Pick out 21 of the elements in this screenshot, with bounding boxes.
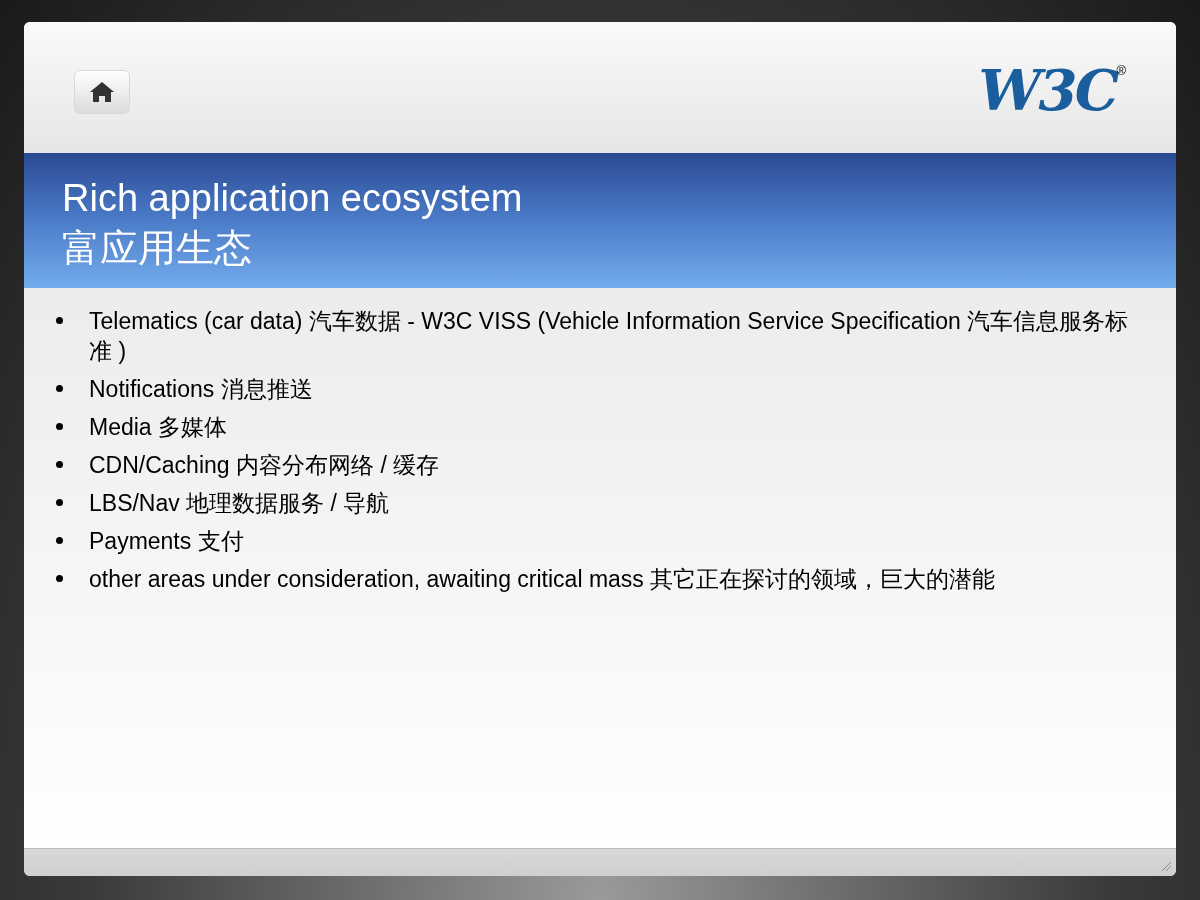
bullet-text: Notifications 消息推送 — [89, 375, 313, 404]
slide-title: 富应用生态 — [62, 226, 253, 271]
resize-grip-icon[interactable] — [1160, 860, 1172, 872]
bullet-text: CDN/Caching 内容分布网络 / 缓存 — [89, 451, 440, 480]
bullet-icon — [56, 461, 63, 468]
bullet-icon — [56, 423, 63, 430]
home-icon — [89, 81, 115, 103]
registered-mark: ® — [1116, 64, 1126, 77]
bullet-icon — [56, 385, 63, 392]
home-button[interactable] — [74, 70, 130, 114]
bullet-icon — [56, 537, 63, 544]
bullet-icon — [56, 317, 63, 324]
slide-title: Rich application ecosystem — [62, 176, 524, 221]
bullet-text: Payments 支付 — [89, 527, 244, 556]
bullet-icon — [56, 499, 63, 506]
bullet-icon — [56, 575, 63, 582]
bullet-text: other areas under consideration, awaiting critical mass 其它正在探讨的领域，巨大的潜能 — [89, 565, 996, 594]
bullet-text: Telematics (car data) 汽车数据 - W3C VISS (Vehicle Information Service Specification 汽车信息服务标准 ) — [89, 307, 1130, 366]
w3c-logo: W3C — [978, 62, 1117, 118]
bullet-text: LBS/Nav 地理数据服务 / 导航 — [89, 489, 390, 518]
bullet-text: Media 多媒体 — [89, 413, 228, 442]
